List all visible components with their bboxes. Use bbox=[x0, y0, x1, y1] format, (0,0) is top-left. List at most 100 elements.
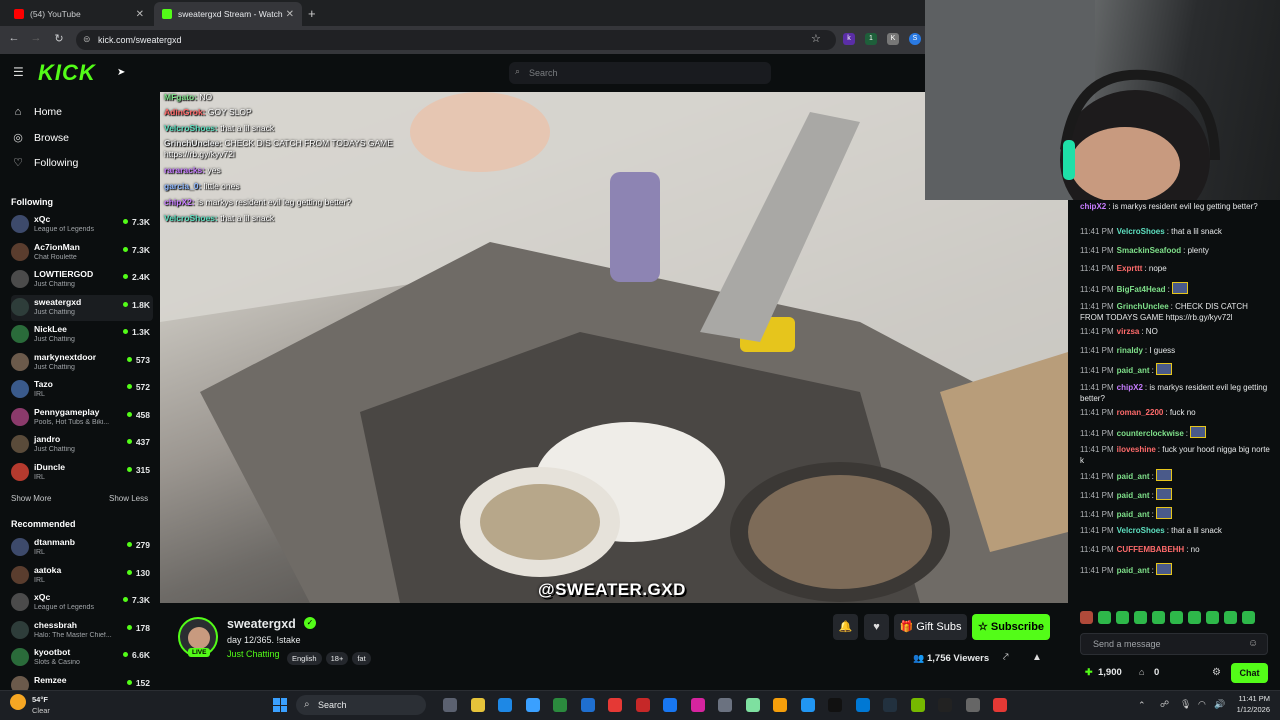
gift-subs-button[interactable]: 🎁 Gift Subs bbox=[894, 614, 967, 640]
emote-icon[interactable] bbox=[1206, 611, 1219, 624]
taskbar-app-icon[interactable] bbox=[938, 698, 952, 712]
chat-username[interactable]: rinaldy bbox=[1117, 346, 1143, 355]
chat-username[interactable]: chipX2 bbox=[1117, 383, 1143, 392]
chat-username[interactable]: Exprttt bbox=[1117, 264, 1143, 273]
chat-username[interactable]: iloveshine bbox=[1117, 445, 1156, 454]
chat-username[interactable]: counterclockwise bbox=[1117, 429, 1184, 438]
emote-icon[interactable] bbox=[1098, 611, 1111, 624]
chat-username[interactable]: BigFat4Head bbox=[1117, 285, 1166, 294]
emoji-icon[interactable]: ☺ bbox=[1248, 638, 1258, 649]
settings-gear-icon[interactable]: ⚙ bbox=[1212, 667, 1221, 678]
wifi-icon[interactable]: ◠ bbox=[1198, 699, 1206, 710]
tab-youtube[interactable]: (54) YouTube ✕ bbox=[6, 2, 152, 26]
taskbar-app-icon[interactable] bbox=[773, 698, 787, 712]
sidebar-channel-kyootbot[interactable]: kyootbot Slots & Casino 6.6K bbox=[11, 645, 153, 671]
tag[interactable]: fat bbox=[352, 652, 371, 665]
nav-following[interactable]: ♡ Following bbox=[12, 156, 78, 170]
emote-icon[interactable] bbox=[1188, 611, 1201, 624]
sidebar-channel-dtanmanb[interactable]: dtanmanb IRL 279 bbox=[11, 535, 153, 561]
show-less-link[interactable]: Show Less bbox=[109, 494, 148, 503]
taskbar-app-icon[interactable] bbox=[745, 698, 760, 712]
taskbar-app-icon[interactable] bbox=[635, 698, 650, 712]
taskbar-app-icon[interactable] bbox=[828, 698, 842, 712]
chat-username[interactable]: paid_ant bbox=[1117, 366, 1150, 375]
chat-username[interactable]: GrinchUnclee bbox=[1117, 302, 1169, 311]
sidebar-channel-aatoka[interactable]: aatoka IRL 130 bbox=[11, 563, 153, 589]
volume-icon[interactable]: 🔊 bbox=[1214, 699, 1225, 710]
chat-username[interactable]: paid_ant bbox=[1117, 491, 1150, 500]
chat-username[interactable]: chipX2 bbox=[1080, 202, 1106, 211]
emote-icon[interactable] bbox=[1242, 611, 1255, 624]
taskbar-app-icon[interactable] bbox=[855, 698, 870, 712]
follow-heart-button[interactable]: ♥ bbox=[864, 614, 889, 640]
tray-chevron-icon[interactable]: ⌃ bbox=[1138, 700, 1146, 711]
emote-icon[interactable] bbox=[1116, 611, 1129, 624]
chat-username[interactable]: paid_ant bbox=[1117, 510, 1150, 519]
emote-icon[interactable] bbox=[1152, 611, 1165, 624]
menu-icon[interactable]: ☰ bbox=[13, 65, 24, 79]
taskbar-app-icon[interactable] bbox=[443, 698, 457, 712]
windows-start-icon[interactable] bbox=[273, 698, 287, 712]
tag[interactable]: English bbox=[287, 652, 322, 665]
sidebar-channel-ac7ionman[interactable]: Ac7ionMan Chat Roulette 7.3K bbox=[11, 240, 153, 266]
chat-username[interactable]: SmackinSeafood bbox=[1117, 246, 1181, 255]
sidebar-channel-markynextdoor[interactable]: markynextdoor Just Chatting 573 bbox=[11, 350, 153, 376]
back-icon[interactable]: ← bbox=[6, 32, 22, 44]
show-more-link[interactable]: Show More bbox=[11, 494, 51, 503]
sidebar-channel-tazo[interactable]: Tazo IRL 572 bbox=[11, 377, 153, 403]
chat-username[interactable]: paid_ant bbox=[1117, 472, 1150, 481]
taskbar-app-icon[interactable] bbox=[608, 698, 622, 712]
sidebar-channel-xqc[interactable]: xQc League of Legends 7.3K bbox=[11, 590, 153, 616]
weather-icon[interactable] bbox=[10, 694, 26, 710]
taskbar-app-icon[interactable] bbox=[910, 698, 925, 712]
share-icon[interactable]: ⤤ bbox=[1003, 652, 1009, 663]
sidebar-channel-lowtiergod[interactable]: LOWTIERGOD Just Chatting 2.4K bbox=[11, 267, 153, 293]
tag[interactable]: 18+ bbox=[325, 652, 349, 665]
sidebar-channel-jandro[interactable]: jandro Just Chatting 437 bbox=[11, 432, 153, 458]
forward-icon[interactable]: → bbox=[28, 32, 44, 44]
chat-message-input[interactable]: Send a message bbox=[1080, 633, 1268, 655]
taskbar-app-icon[interactable] bbox=[690, 698, 705, 712]
taskbar-app-icon[interactable] bbox=[718, 698, 732, 712]
reload-icon[interactable]: ↻ bbox=[51, 32, 67, 45]
nav-browse[interactable]: ◎ Browse bbox=[12, 131, 69, 145]
emote-icon[interactable] bbox=[1134, 611, 1147, 624]
taskbar-app-icon[interactable] bbox=[993, 698, 1007, 712]
address-bar[interactable]: kick.com/sweatergxd bbox=[76, 30, 836, 50]
sidebar-channel-sweatergxd[interactable]: sweatergxd Just Chatting 1.8K bbox=[11, 294, 153, 321]
sidebar-channel-iduncle[interactable]: iDuncle IRL 315 bbox=[11, 460, 153, 486]
extension-icon[interactable]: K bbox=[887, 33, 899, 45]
new-tab-icon[interactable]: + bbox=[308, 6, 316, 21]
taskbar-app-icon[interactable] bbox=[965, 698, 980, 712]
nav-home[interactable]: ⌂ Home bbox=[12, 106, 62, 118]
sidebar-channel-pennygameplay[interactable]: Pennygameplay Pools, Hot Tubs & Biki... 45… bbox=[11, 405, 153, 431]
mic-icon[interactable]: 🎙 bbox=[1180, 699, 1191, 710]
notification-bell-button[interactable]: 🔔 bbox=[833, 614, 858, 640]
sidebar-channel-chessbrah[interactable]: chessbrah Halo: The Master Chief... 178 bbox=[11, 618, 153, 644]
emote-icon[interactable] bbox=[1170, 611, 1183, 624]
clock-date[interactable]: 1/12/2026 bbox=[1228, 705, 1270, 714]
taskbar-app-icon[interactable] bbox=[498, 698, 512, 712]
taskbar-app-icon[interactable] bbox=[663, 698, 677, 712]
chat-username[interactable]: virzsa bbox=[1117, 327, 1140, 336]
bank-icon[interactable]: ⌂ bbox=[1139, 667, 1144, 677]
report-icon[interactable]: ▲ bbox=[1032, 652, 1042, 663]
subscribe-button[interactable]: ☆ Subscribe bbox=[972, 614, 1050, 640]
extension-k-icon[interactable]: k bbox=[843, 33, 855, 45]
chat-username[interactable]: VelcroShoes bbox=[1117, 227, 1165, 236]
taskbar-app-icon[interactable] bbox=[883, 698, 897, 712]
emote-icon[interactable] bbox=[1224, 611, 1237, 624]
points-icon[interactable]: ✚ bbox=[1085, 667, 1093, 678]
network-icon[interactable]: ☍ bbox=[1160, 699, 1169, 710]
chat-username[interactable]: CUFFEMBABEHH bbox=[1117, 545, 1185, 554]
sidebar-channel-nicklee[interactable]: NickLee Just Chatting 1.3K bbox=[11, 322, 153, 348]
search-input[interactable]: Search bbox=[509, 62, 771, 84]
chat-username[interactable]: roman_2200 bbox=[1117, 408, 1164, 417]
emote-icon[interactable] bbox=[1080, 611, 1093, 624]
taskbar-app-icon[interactable] bbox=[470, 698, 485, 712]
chat-username[interactable]: VelcroShoes bbox=[1117, 526, 1165, 535]
chat-username[interactable]: paid_ant bbox=[1117, 566, 1150, 575]
taskbar-search[interactable]: Search bbox=[296, 695, 426, 715]
chat-send-button[interactable]: Chat bbox=[1231, 663, 1268, 683]
stream-category[interactable]: Just Chatting bbox=[227, 649, 280, 659]
